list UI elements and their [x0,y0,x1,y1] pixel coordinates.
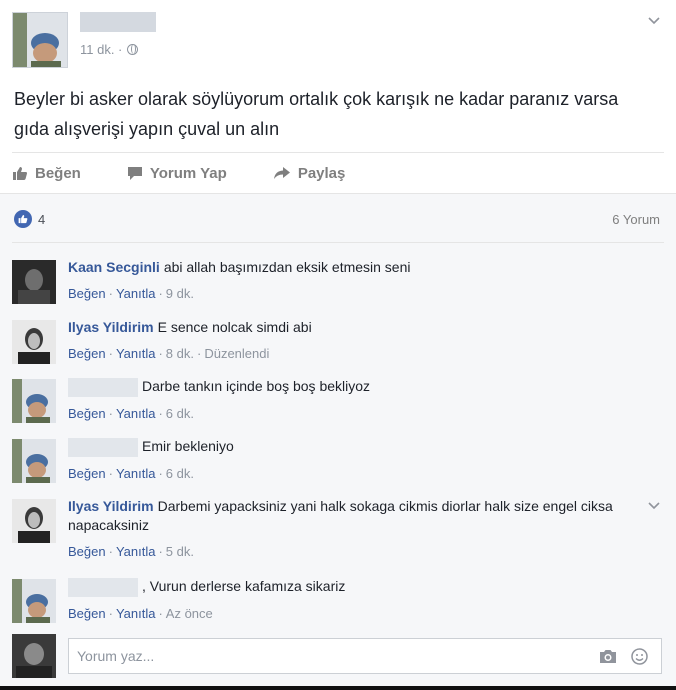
comment-like-link[interactable]: Beğen [68,544,106,559]
comment-time[interactable]: 8 dk. [166,346,194,361]
post-body-text: Beyler bi asker olarak söylüyorum ortalı… [14,89,619,139]
comment-body: Darbe tankın içinde boş boş bekliyoz Beğ… [68,377,638,423]
comment-reply-link[interactable]: Yanıtla [116,286,156,301]
comment-reply-link[interactable]: Yanıtla [116,466,156,481]
soldier-avatar-image [12,379,56,423]
like-label: Beğen [35,164,81,182]
soldier-avatar-image [12,439,56,483]
comment-like-link[interactable]: Beğen [68,466,106,481]
comment-like-link[interactable]: Beğen [68,346,106,361]
commenter-avatar[interactable] [12,499,56,543]
comment-reply-link[interactable]: Yanıtla [116,346,156,361]
post-meta: 11 dk. · [80,42,139,57]
share-button[interactable]: Paylaş [273,160,346,186]
comment-body: Emir bekleniyo Beğen · Yanıtla · 6 dk. [68,437,638,483]
current-user-avatar[interactable] [12,634,56,678]
bottom-edge [0,686,676,690]
soldier-avatar-image [13,13,67,67]
current-user-avatar-image [12,634,56,678]
comment-text: Darbe tankın içinde boş boş bekliyoz [142,378,371,394]
comment-time[interactable]: Az önce [166,606,213,621]
comment-reply-link[interactable]: Yanıtla [116,406,156,421]
thumbs-up-icon [12,166,28,181]
chevron-down-icon[interactable] [648,12,660,28]
reaction-summary[interactable]: 4 [14,210,45,228]
post-timestamp[interactable]: 11 dk. · [80,42,122,57]
comment-input[interactable]: Yorum yaz... [68,638,662,674]
author-name-redacted [80,12,156,32]
comment-meta: Beğen · Yanıtla · 9 dk. [68,286,194,301]
comment-reply-link[interactable]: Yanıtla [116,606,156,621]
comment-author-redacted [68,577,138,597]
speech-bubble-icon [127,166,143,181]
commenter-avatar[interactable] [12,439,56,483]
comment-button[interactable]: Yorum Yap [127,160,227,186]
commenter-avatar[interactable] [12,320,56,364]
comment-like-link[interactable]: Beğen [68,286,106,301]
chevron-down-icon[interactable] [648,499,660,513]
divider [12,242,664,243]
comment-author[interactable]: Ilyas Yildirim [68,319,154,335]
comment-time[interactable]: 6 dk. [166,406,194,421]
comment-time[interactable]: 5 dk. [166,544,194,559]
reaction-count: 4 [38,211,46,227]
comment-meta: Beğen · Yanıtla · 6 dk. [68,465,194,481]
composer-icons [599,648,648,670]
comment-text: Emir bekleniyo [142,438,234,454]
commenter-avatar-image [12,499,56,543]
post-author-avatar[interactable] [12,12,68,68]
commenter-avatar[interactable] [12,379,56,423]
facebook-post: 11 dk. · Beyler bi asker olarak söylüyor… [0,0,676,690]
commenter-avatar-image [12,260,56,304]
divider [12,152,664,153]
commenter-avatar[interactable] [12,579,56,623]
comment-edited[interactable]: Düzenlendi [204,346,269,361]
comment-reply-link[interactable]: Yanıtla [116,544,156,559]
comment-count[interactable]: 6 Yorum [612,212,660,227]
comment-meta: Beğen · Yanıtla · 5 dk. [68,544,194,559]
emoji-icon[interactable] [631,648,648,670]
soldier-avatar-image [12,579,56,623]
comment-body: Ilyas Yildirim E sence nolcak simdi abi B… [68,318,638,363]
comment-body: Kaan Secginli abi allah başımızdan eksik … [68,258,638,303]
comment-text: E sence nolcak simdi abi [157,319,312,335]
commenter-avatar-image [12,320,56,364]
comment-label: Yorum Yap [149,164,227,182]
globe-icon [127,44,139,55]
comment-meta: Beğen · Yanıtla · 8 dk. · Düzenlendi [68,346,270,361]
comment-composer: Yorum yaz... [12,634,662,678]
comment-author[interactable]: Ilyas Yildirim [68,498,154,514]
comment-body: Ilyas Yildirim Darbemi yapacksiniz yani h… [68,497,638,561]
like-button[interactable]: Beğen [12,160,81,186]
comment-meta: Beğen · Yanıtla · Az önce [68,605,213,621]
comment-meta: Beğen · Yanıtla · 6 dk. [68,405,194,421]
comment-time[interactable]: 6 dk. [166,466,194,481]
comment-author-redacted [68,437,138,457]
share-arrow-icon [273,166,291,180]
comment-text: , Vurun derlerse kafamıza sikariz [142,578,346,594]
comment-like-link[interactable]: Beğen [68,606,106,621]
comment-author[interactable]: Kaan Secginli [68,259,160,275]
post-actions: Beğen Yorum Yap Paylaş [12,160,345,186]
like-reaction-icon [14,210,32,228]
share-label: Paylaş [297,164,346,182]
comment-author-redacted [68,377,138,397]
commenter-avatar[interactable] [12,260,56,304]
comment-like-link[interactable]: Beğen [68,406,106,421]
camera-icon[interactable] [599,648,617,670]
comment-body: , Vurun derlerse kafamıza sikariz Beğen ·… [68,577,638,623]
comment-time[interactable]: 9 dk. [166,286,194,301]
comment-text: abi allah başımızdan eksik etmesin seni [163,259,411,275]
